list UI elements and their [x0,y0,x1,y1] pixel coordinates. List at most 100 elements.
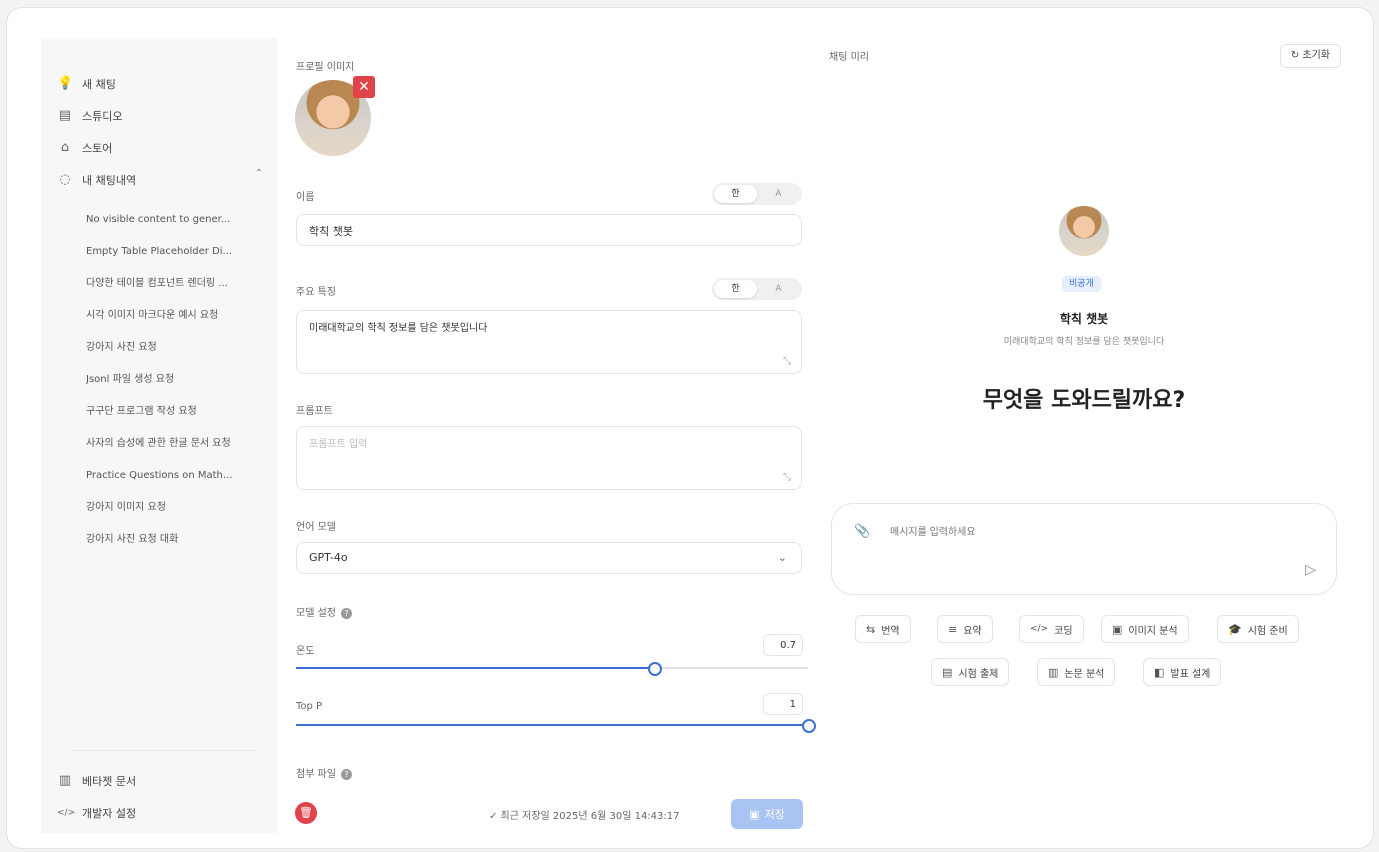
resize-handle-icon[interactable]: ⤡ [783,472,791,483]
save-label: 저장 [764,808,785,821]
top-p-slider[interactable] [296,719,816,733]
chat-history-icon: ◌ [59,172,71,187]
sidebar: 💡 새 채팅 ▤ 스튜디오 ⌂ 스토어 ◌ 내 채팅내역 ⌃ No visibl… [41,38,277,833]
chip-translate[interactable]: ⇆ 번역 [855,615,911,643]
model-settings-text: 모델 설정 [296,608,336,619]
presentation-icon: ◧ [1154,665,1165,679]
chip-exam-prep[interactable]: 🎓 시험 준비 [1217,615,1299,643]
nav-studio[interactable]: ▤ 스튜디오 [57,105,123,127]
temperature-input[interactable]: 0.7 [763,634,803,656]
remove-image-button[interactable]: ✕ [353,76,375,98]
lightbulb-icon: 💡 [57,76,74,91]
nav-label: 새 채팅 [82,78,116,91]
history-item[interactable]: 구구단 프로그램 작성 요청 [86,404,266,420]
history-item[interactable]: 다양한 테이블 컴포넌트 렌더링 ... [86,276,266,292]
history-item[interactable]: 강아지 이미지 요청 [86,500,266,516]
lang-option-en[interactable]: A [757,185,800,203]
bot-description: 미래대학교의 학칙 정보를 담은 챗봇입니다 [1003,337,1165,347]
chip-label: 이미지 분석 [1128,625,1178,637]
translate-icon: ⇆ [866,622,876,636]
code-icon: </> [1030,624,1049,634]
slider-handle[interactable] [802,719,816,733]
nav-docs[interactable]: ▥ 베타젯 문서 [57,770,136,792]
prompt-textarea[interactable]: 프롬프트 입력 ⤡ [296,426,802,490]
book-icon: ▥ [58,773,72,788]
lang-option-en[interactable]: A [757,280,800,298]
top-p-label: Top P [296,701,323,712]
slider-handle[interactable] [648,662,663,676]
chip-label: 요약 [963,625,982,637]
attachments-text: 첨부 파일 [296,769,336,780]
studio-icon: ▤ [58,108,72,123]
nav-label: 스토어 [82,142,113,155]
chip-label: 코딩 [1054,625,1073,637]
history-item[interactable]: 강아지 사진 요청 [86,340,266,356]
top-p-input[interactable]: 1 [763,693,803,715]
nav-store[interactable]: ⌂ 스토어 [57,137,113,159]
chip-presentation[interactable]: ◧ 발표 설계 [1143,658,1222,686]
history-item[interactable]: No visible content to gener... [86,212,266,228]
info-icon[interactable]: ? [340,607,352,619]
delete-bot-button[interactable]: 🗑 [295,802,317,824]
chat-input[interactable] [888,526,1272,539]
divider [71,750,257,751]
name-lang-toggle[interactable]: 한 A [712,183,802,205]
chip-paper-analysis[interactable]: ▥ 논문 분석 [1037,658,1116,686]
preview-title: 채팅 미리 [829,52,869,63]
summary-icon: ≡ [948,622,958,636]
description-textarea[interactable]: 미래대학교의 학칙 정보를 담은 챗봇입니다 ⤡ [296,310,802,374]
chip-exam-create[interactable]: ▤ 시험 출제 [931,658,1010,686]
nav-label: 스튜디오 [82,110,123,123]
chip-image-analysis[interactable]: ▣ 이미지 분석 [1101,615,1189,643]
lang-option-ko[interactable]: 한 [714,280,757,298]
paper-icon: ▥ [1048,665,1059,679]
nav-developer[interactable]: </> 개발자 설정 [57,802,136,824]
model-label: 언어 모델 [296,522,336,533]
greeting: 무엇을 도와드릴까요? [982,388,1186,413]
nav-chat-history[interactable]: ◌ 내 채팅내역 [57,169,136,191]
reset-button[interactable]: ↻ 초기화 [1279,44,1341,68]
name-input[interactable]: 학칙 챗봇 [296,214,802,246]
profile-image-label: 프로필 이미지 [296,62,355,73]
history-item[interactable]: Jsonl 파일 생성 요청 [86,372,266,388]
lang-option-ko[interactable]: 한 [714,185,757,203]
chevron-down-icon: ⌄ [777,551,787,564]
slider-fill [296,667,655,669]
model-settings-label: 모델 설정? [296,604,352,619]
nav-new-chat[interactable]: 💡 새 채팅 [57,73,116,95]
model-value: GPT-4o [309,551,348,564]
resize-handle-icon[interactable]: ⤡ [783,356,791,367]
history-item[interactable]: 사자의 습성에 관한 한글 문서 요청 [86,436,266,452]
chip-label: 시험 출제 [958,668,999,680]
bot-editor-panel: 프로필 이미지 ✕ 이름 한 A 학칙 챗봇 주요 특징 한 A 미래대학교의 … [279,38,819,833]
description-label: 주요 특징 [296,287,336,298]
trash-icon: 🗑 [299,806,313,819]
graduation-icon: 🎓 [1228,622,1242,636]
temperature-slider[interactable] [296,662,808,676]
chevron-up-icon[interactable]: ⌃ [255,168,263,179]
reset-label: 초기화 [1302,50,1330,61]
desc-lang-toggle[interactable]: 한 A [712,278,802,300]
chat-input-box[interactable]: 📎 ▷ [831,503,1337,595]
history-item[interactable]: 강아지 사진 요청 대화 [86,532,266,548]
chip-coding[interactable]: </> 코딩 [1019,615,1084,643]
model-select[interactable]: GPT-4o ⌄ [296,542,802,574]
visibility-badge: 비공개 [1062,276,1101,292]
nav-label: 베타젯 문서 [82,775,137,788]
history-item[interactable]: 시각 이미지 마크다운 예시 요청 [86,308,266,324]
chip-label: 시험 준비 [1247,625,1288,637]
prompt-label: 프롬프트 [296,406,333,417]
history-item[interactable]: Practice Questions on Math... [86,468,266,484]
paperclip-icon[interactable]: 📎 [854,524,870,539]
refresh-icon: ↻ [1290,50,1300,61]
history-item[interactable]: Empty Table Placeholder Di... [86,244,266,260]
temperature-label: 온도 [296,646,315,657]
save-button[interactable]: ▣ 저장 [731,799,803,829]
nav-label: 내 채팅내역 [82,174,137,187]
name-label: 이름 [296,192,315,203]
bot-avatar [1059,206,1109,256]
info-icon[interactable]: ? [340,768,352,780]
send-icon[interactable]: ▷ [1305,562,1316,578]
saved-status: ✓ 최근 저장일 2025년 6월 30일 14:43:17 [489,811,680,822]
chip-summary[interactable]: ≡ 요약 [937,615,993,643]
